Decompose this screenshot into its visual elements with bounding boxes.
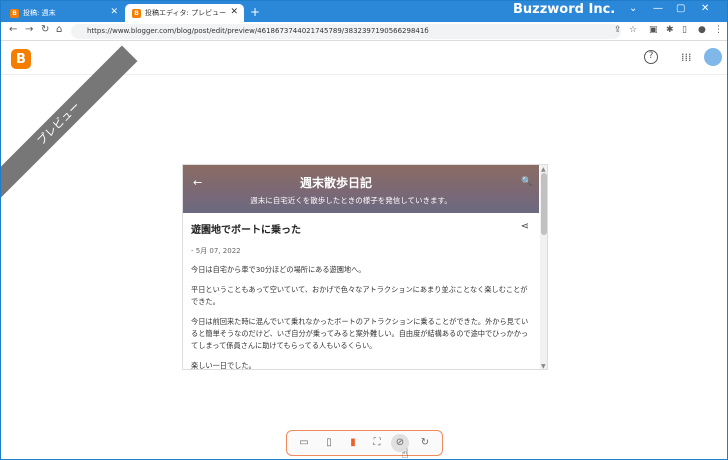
chevron-down-icon[interactable]: ⌄ bbox=[629, 3, 637, 14]
star-icon[interactable]: ☆ bbox=[629, 25, 637, 35]
extension-icon[interactable]: ▣ bbox=[649, 25, 658, 35]
reload-icon[interactable]: ↻ bbox=[41, 24, 49, 35]
post-body: 今日は自宅から車で30分ほどの場所にある遊園地へ。 平日ということもあって空いて… bbox=[191, 264, 531, 370]
tab-bar: B 投稿: 週末 ✕ B 投稿エディタ: プレビュー ✕ + Buzzword … bbox=[1, 1, 727, 22]
menu-icon[interactable]: ⋮ bbox=[714, 25, 723, 35]
tab-label: 投稿エディタ: プレビュー bbox=[145, 9, 227, 17]
paragraph: 平日ということもあって空いていて、おかげで色々なアトラクションにあまり並ぶことな… bbox=[191, 285, 528, 306]
desktop-icon[interactable]: ▭ bbox=[297, 436, 311, 450]
paragraph: 楽しい一日でした。 bbox=[191, 361, 256, 370]
reload-preview-icon[interactable]: ↻ bbox=[418, 436, 432, 450]
blogger-icon: B bbox=[10, 8, 19, 18]
blog-subtitle: 週末に自宅近くを散歩したときの様子を発信していきます。 bbox=[250, 196, 452, 205]
hand-cursor-icon: ☝ bbox=[401, 447, 409, 460]
blogger-logo[interactable]: B bbox=[11, 49, 31, 69]
blog-title[interactable]: 週末散歩日記 bbox=[183, 174, 489, 191]
preview-toolbar: ▭ ▯ ▮ ⛶ ⊘ ↻ bbox=[286, 430, 443, 456]
fullscreen-icon[interactable]: ⛶ bbox=[370, 436, 384, 450]
blogger-icon: B bbox=[132, 8, 141, 18]
paragraph: 今日は自宅から車で30分ほどの場所にある遊園地へ。 bbox=[191, 265, 366, 274]
apps-icon[interactable]: ⁞⁞⁞ bbox=[681, 51, 692, 64]
mobile-icon[interactable]: ▮ bbox=[346, 436, 360, 450]
address-bar: ← → ↻ ⌂ 🔒 https://www.blogger.com/blog/p… bbox=[1, 22, 727, 41]
sidebar-icon[interactable]: ▯ bbox=[682, 25, 687, 35]
profile-icon[interactable]: ● bbox=[698, 25, 706, 35]
scroll-down-icon[interactable]: ▼ bbox=[541, 363, 546, 369]
post: 遊園地でボートに乗った ⋖ - 5月 07, 2022 今日は自宅から車で30分… bbox=[183, 213, 539, 370]
scroll-up-icon[interactable]: ▲ bbox=[541, 166, 546, 173]
brand-watermark: Buzzword Inc. bbox=[513, 2, 616, 17]
home-icon[interactable]: ⌂ bbox=[56, 24, 62, 35]
share-icon[interactable]: ⋖ bbox=[521, 221, 529, 232]
paragraph: 今日は前回来た時に混んでいて乗れなかったボートのアトラクションに乗ることができた… bbox=[191, 317, 529, 350]
post-title: 遊園地でボートに乗った bbox=[191, 225, 301, 236]
close-icon[interactable]: ✕ bbox=[110, 7, 118, 17]
share-icon[interactable]: ⇪ bbox=[614, 25, 622, 35]
search-icon[interactable]: 🔍 bbox=[521, 177, 532, 187]
scrollbar-thumb[interactable] bbox=[541, 173, 547, 235]
post-date: - 5月 07, 2022 bbox=[191, 247, 241, 255]
close-icon[interactable]: ✕ bbox=[230, 7, 238, 17]
tablet-icon[interactable]: ▯ bbox=[322, 436, 336, 450]
browser-window: B 投稿: 週末 ✕ B 投稿エディタ: プレビュー ✕ + Buzzword … bbox=[0, 0, 728, 460]
tab-preview[interactable]: B 投稿エディタ: プレビュー ✕ bbox=[125, 4, 244, 22]
scrollbar[interactable]: ▲ ▼ bbox=[540, 165, 547, 369]
minimize-icon[interactable]: — bbox=[653, 3, 663, 14]
tab-posts[interactable]: B 投稿: 週末 ✕ bbox=[3, 4, 124, 22]
url-field[interactable]: https://www.blogger.com/blog/post/edit/p… bbox=[71, 24, 621, 39]
blog-header: ← 週末散歩日記 週末に自宅近くを散歩したときの様子を発信していきます。 🔍 bbox=[183, 165, 539, 213]
help-icon[interactable]: ? bbox=[644, 50, 658, 64]
puzzle-icon[interactable]: ✱ bbox=[666, 25, 674, 35]
back-icon[interactable]: ← bbox=[9, 24, 17, 35]
maximize-icon[interactable]: ▢ bbox=[676, 3, 685, 14]
new-tab-button[interactable]: + bbox=[250, 5, 260, 19]
avatar[interactable] bbox=[704, 48, 722, 66]
device-preview: ← 週末散歩日記 週末に自宅近くを散歩したときの様子を発信していきます。 🔍 遊… bbox=[182, 164, 548, 370]
tab-label: 投稿: 週末 bbox=[23, 9, 56, 17]
forward-icon[interactable]: → bbox=[25, 24, 33, 35]
close-window-icon[interactable]: ✕ bbox=[701, 3, 709, 14]
